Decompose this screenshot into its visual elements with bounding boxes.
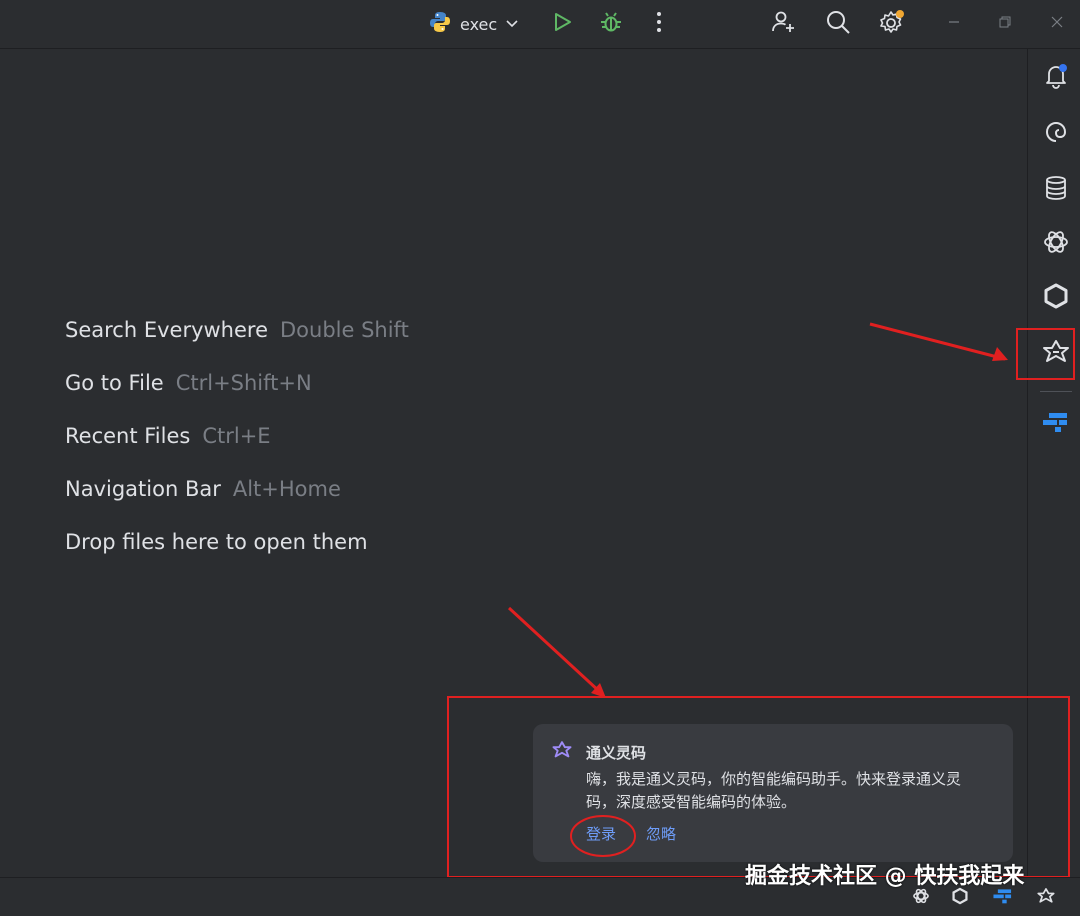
ai-spiral-icon: [1043, 119, 1069, 149]
run-configuration-selector[interactable]: exec: [428, 8, 528, 40]
tongyi-lingma-icon: [1037, 887, 1055, 909]
status-chatgpt-button[interactable]: [910, 887, 932, 909]
hint-shortcut: Double Shift: [280, 318, 409, 342]
strip-divider: [1040, 391, 1072, 392]
run-button[interactable]: [544, 6, 580, 42]
hint-search-everywhere[interactable]: Search Everywhere Double Shift: [65, 318, 409, 342]
minimize-icon: [948, 13, 960, 32]
run-icon: [551, 11, 573, 37]
status-tongyi-lingma-button[interactable]: [1035, 887, 1057, 909]
database-button[interactable]: [1040, 174, 1072, 206]
more-vertical-icon: [656, 11, 662, 37]
hexagon-plugin-icon: [1042, 282, 1070, 314]
hint-action: Recent Files: [65, 424, 191, 448]
annotation-box-plugin-icon: [1016, 328, 1075, 380]
python-icon: [428, 10, 452, 38]
hint-shortcut: Ctrl+Shift+N: [175, 371, 312, 395]
debug-icon: [599, 10, 623, 38]
chatgpt-button[interactable]: [1040, 228, 1072, 260]
codegeex-icon: [1041, 410, 1071, 438]
title-bar: exec: [0, 0, 1080, 49]
chevron-down-icon: [505, 15, 519, 34]
search-icon: [825, 9, 851, 39]
ignore-link[interactable]: 忽略: [646, 823, 676, 844]
database-icon: [1044, 175, 1068, 205]
hint-action: Navigation Bar: [65, 477, 221, 501]
hint-drop-files: Drop files here to open them: [65, 530, 368, 554]
restore-icon: [999, 13, 1011, 32]
hexagon-plugin-button[interactable]: [1040, 282, 1072, 314]
hint-shortcut: Alt+Home: [232, 477, 341, 501]
hint-action: Search Everywhere: [65, 318, 268, 342]
watermark-text: 掘金技术社区 @ 快扶我起来: [745, 864, 1025, 889]
close-icon: [1051, 13, 1063, 32]
debug-button[interactable]: [593, 6, 629, 42]
chatgpt-icon: [1042, 228, 1070, 260]
hint-go-to-file[interactable]: Go to File Ctrl+Shift+N: [65, 371, 312, 395]
chatgpt-icon: [912, 887, 930, 909]
hint-action: Drop files here to open them: [65, 530, 368, 554]
codegeex-button[interactable]: [1040, 408, 1072, 440]
settings-icon: [878, 8, 906, 40]
annotation-circle-login: [570, 815, 636, 857]
add-user-icon: [770, 9, 796, 39]
hint-navigation-bar[interactable]: Navigation Bar Alt+Home: [65, 477, 341, 501]
hint-shortcut: Ctrl+E: [202, 424, 271, 448]
notifications-icon: [1043, 63, 1069, 93]
ai-assistant-button[interactable]: [1040, 118, 1072, 150]
run-config-label: exec: [460, 14, 498, 34]
annotation-arrow-to-plugin: [869, 322, 1008, 361]
tongyi-lingma-icon: [552, 740, 572, 764]
code-with-me-button[interactable]: [765, 6, 801, 42]
hexagon-plugin-icon: [951, 887, 969, 909]
notification-title: 通义灵码: [586, 744, 647, 762]
restore-button[interactable]: [993, 10, 1017, 34]
annotation-arrow-to-notification: [507, 606, 606, 698]
close-button[interactable]: [1045, 10, 1069, 34]
status-codegeex-button[interactable]: [992, 887, 1014, 909]
more-actions-button[interactable]: [641, 6, 677, 42]
search-button[interactable]: [820, 6, 856, 42]
hint-recent-files[interactable]: Recent Files Ctrl+E: [65, 424, 271, 448]
codegeex-icon: [992, 887, 1014, 909]
status-hexagon-button[interactable]: [949, 887, 971, 909]
notifications-button[interactable]: [1040, 62, 1072, 94]
minimize-button[interactable]: [942, 10, 966, 34]
hint-action: Go to File: [65, 371, 164, 395]
notification-message: 嗨，我是通义灵码，你的智能编码助手。快来登录通义灵码，深度感受智能编码的体验。: [586, 770, 962, 811]
settings-button[interactable]: [874, 6, 910, 42]
